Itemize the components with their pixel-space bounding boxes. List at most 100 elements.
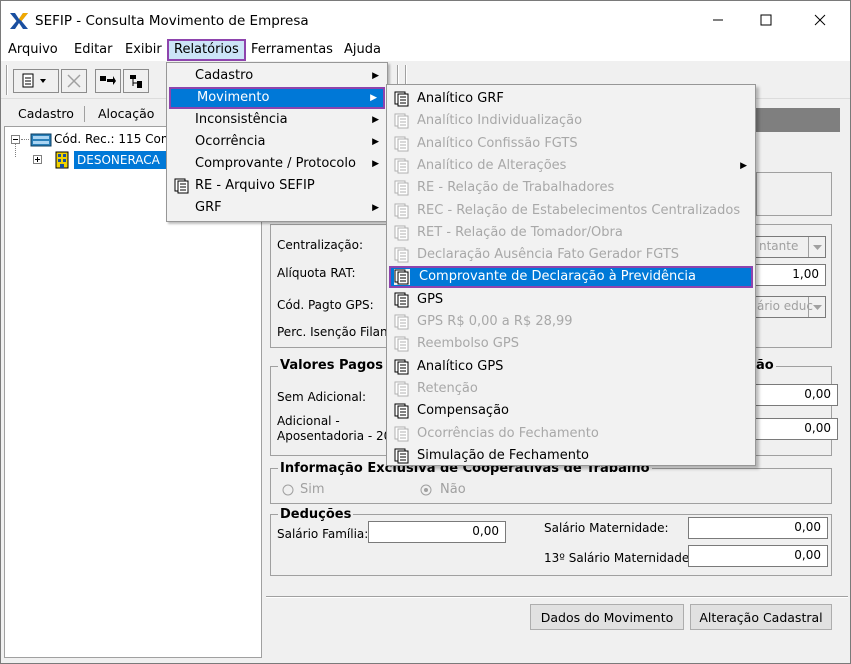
report-icon xyxy=(394,136,409,152)
menu-item-label: Simulação de Fechamento xyxy=(417,447,589,463)
chevron-down-icon[interactable] xyxy=(808,297,825,317)
menu-item-movimento[interactable]: Movimento ▶ xyxy=(169,87,385,109)
movimento-menu-item[interactable]: Ocorrências do Fechamento xyxy=(389,423,753,445)
menu-item-label: GPS xyxy=(417,291,444,307)
menu-item-label: Comprovante de Declaração à Previdência xyxy=(419,269,696,285)
report-icon xyxy=(394,448,409,464)
tab-cadastro[interactable]: Cadastro xyxy=(10,102,82,126)
valores-pagos-title-right: ão xyxy=(754,358,776,373)
adicional-field[interactable]: 0,00 xyxy=(754,418,838,440)
menu-item-grf[interactable]: GRF ▶ xyxy=(169,197,385,219)
menu-item-label: Compensação xyxy=(417,403,509,419)
movimento-menu-item[interactable]: Simulação de Fechamento xyxy=(389,445,753,467)
decimo-terceiro-maternidade-field[interactable]: 0,00 xyxy=(688,545,828,567)
tree-line xyxy=(21,139,29,140)
movimento-menu-item[interactable]: REC - Relação de Estabelecimentos Centra… xyxy=(389,200,753,222)
tree-expand-icon[interactable] xyxy=(33,155,42,164)
movimento-menu-item[interactable]: Analítico Individualização xyxy=(389,110,753,132)
alteracao-cadastral-button[interactable]: Alteração Cadastral xyxy=(690,604,832,630)
radio-nao-label: Não xyxy=(440,482,466,497)
chevron-down-icon[interactable] xyxy=(808,237,825,257)
movimento-menu-item[interactable]: Comprovante de Declaração à Previdência xyxy=(389,266,753,289)
menu-item-label: Analítico GRF xyxy=(417,91,504,106)
radio-sim[interactable]: Sim xyxy=(282,482,325,497)
bottom-divider xyxy=(266,596,848,598)
relatorios-menu: Cadastro ▶ Movimento ▶ Inconsistência ▶ … xyxy=(166,62,388,222)
new-document-button[interactable] xyxy=(13,69,59,93)
submenu-arrow-icon: ▶ xyxy=(740,160,747,171)
movimento-submenu: Analítico GRF Analítico Individualização A… xyxy=(386,84,756,466)
menu-item-cadastro[interactable]: Cadastro ▶ xyxy=(169,65,385,87)
delete-button[interactable] xyxy=(61,69,87,93)
movimento-menu-item[interactable]: Compensação xyxy=(389,400,753,422)
menu-item-comprovante-protocolo[interactable]: Comprovante / Protocolo ▶ xyxy=(169,153,385,175)
tree-root-label[interactable]: Cód. Rec.: 115 Com xyxy=(54,132,173,146)
report-icon xyxy=(174,178,189,194)
hierarchy-button[interactable] xyxy=(123,69,149,93)
report-icon xyxy=(394,359,409,375)
movimento-menu-item[interactable]: GPS xyxy=(389,289,753,311)
report-icon xyxy=(394,158,409,174)
menu-ferramentas[interactable]: Ferramentas xyxy=(246,39,338,61)
menu-item-label: Declaração Ausência Fato Gerador FGTS xyxy=(417,247,680,263)
menu-item-label: REC - Relação de Estabelecimentos Centra… xyxy=(417,202,741,218)
minimize-button[interactable] xyxy=(695,2,741,38)
menu-item-ocorrencia[interactable]: Ocorrência ▶ xyxy=(169,131,385,153)
radio-nao[interactable]: Não xyxy=(420,482,466,497)
tree-child-label[interactable]: DESONERACA xyxy=(74,151,166,169)
deducoes-title: Deduções xyxy=(278,507,354,522)
sem-adicional-field[interactable]: 0,00 xyxy=(754,384,838,406)
tree-collapse-icon[interactable] xyxy=(11,135,20,144)
radio-checked-icon xyxy=(420,484,432,495)
dados-movimento-button[interactable]: Dados do Movimento xyxy=(530,604,684,630)
close-button[interactable] xyxy=(797,2,843,38)
menu-item-re-arquivo-sefip[interactable]: RE - Arquivo SEFIP xyxy=(169,175,385,197)
tab-alocacao[interactable]: Alocação xyxy=(90,102,162,126)
valores-pagos-title: Valores Pagos a xyxy=(278,358,399,373)
movimento-menu-item[interactable]: Analítico de Alterações ▶ xyxy=(389,155,753,177)
window-title: SEFIP - Consulta Movimento de Empresa xyxy=(35,13,309,29)
movimento-menu-item[interactable]: Analítico GPS xyxy=(389,356,753,378)
tree-line xyxy=(15,144,16,157)
salario-familia-field[interactable]: 0,00 xyxy=(368,521,506,543)
menu-bar: Arquivo Editar Exibir Relatórios Ferrame… xyxy=(1,39,850,61)
report-icon xyxy=(394,203,409,218)
maximize-icon xyxy=(760,14,772,26)
menu-item-label: RE - Arquivo SEFIP xyxy=(195,178,315,193)
close-icon xyxy=(814,14,826,26)
movimento-menu-item[interactable]: Reembolso GPS xyxy=(389,333,753,355)
cod-pagto-gps-select[interactable]: ário educ xyxy=(754,296,826,318)
menu-item-inconsistencia[interactable]: Inconsistência ▶ xyxy=(169,109,385,131)
salario-maternidade-field[interactable]: 0,00 xyxy=(688,517,828,539)
transfer-button[interactable] xyxy=(95,69,121,93)
submenu-arrow-icon: ▶ xyxy=(372,71,379,81)
dados-movimento-label: Dados do Movimento xyxy=(540,609,674,625)
movimento-menu-item[interactable]: RE - Relação de Trabalhadores xyxy=(389,177,753,199)
movimento-menu-item[interactable]: RET - Relação de Tomador/Obra xyxy=(389,222,753,244)
report-icon xyxy=(394,336,409,352)
menu-arquivo[interactable]: Arquivo xyxy=(3,39,63,61)
perc-isencao-label: Perc. Isenção Filant xyxy=(277,325,393,339)
menu-item-label: Reembolso GPS xyxy=(417,336,519,352)
report-icon xyxy=(394,381,409,397)
menu-editar[interactable]: Editar xyxy=(69,39,118,61)
submenu-arrow-icon: ▶ xyxy=(370,93,377,103)
movimento-menu-item[interactable]: Declaração Ausência Fato Gerador FGTS xyxy=(389,244,753,266)
minimize-icon xyxy=(713,19,723,21)
radio-unchecked-icon xyxy=(282,484,294,495)
centralizacao-select[interactable]: ntante xyxy=(754,236,826,258)
transfer-arrows-icon xyxy=(100,76,116,85)
movimento-menu-item[interactable]: Retenção xyxy=(389,378,753,400)
maximize-button[interactable] xyxy=(743,2,789,38)
menu-exibir[interactable]: Exibir xyxy=(120,39,167,61)
aliquota-rat-field[interactable]: 1,00 xyxy=(754,264,826,286)
cod-pagto-gps-label: Cód. Pagto GPS: xyxy=(277,298,374,312)
movimento-menu-item[interactable]: Analítico GRF xyxy=(389,88,753,110)
hierarchy-icon xyxy=(130,75,142,88)
menu-item-label: Analítico Individualização xyxy=(417,113,583,129)
menu-ajuda[interactable]: Ajuda xyxy=(339,39,386,61)
menu-relatorios[interactable]: Relatórios xyxy=(167,39,246,61)
report-icon xyxy=(394,426,409,441)
movimento-menu-item[interactable]: Analítico Confissão FGTS xyxy=(389,133,753,155)
movimento-menu-item[interactable]: GPS R$ 0,00 a R$ 28,99 xyxy=(389,311,753,333)
